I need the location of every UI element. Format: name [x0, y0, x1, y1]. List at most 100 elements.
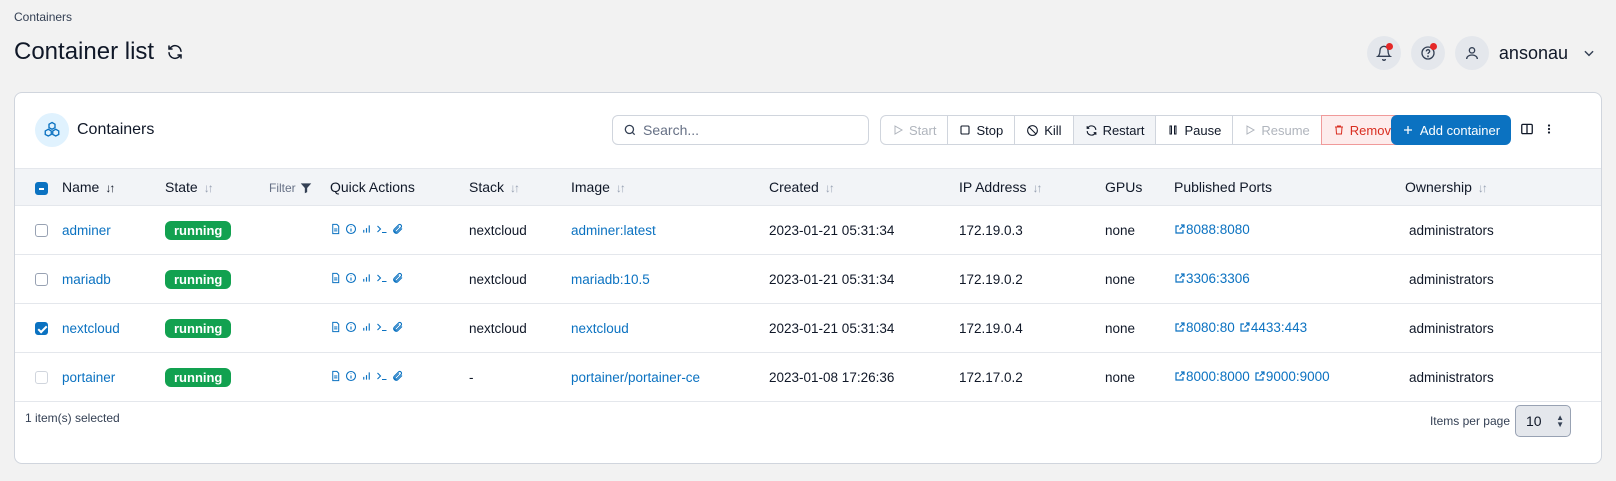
- logs-icon[interactable]: [330, 272, 341, 284]
- col-quick-actions: Quick Actions: [330, 169, 469, 206]
- attach-icon[interactable]: [392, 321, 404, 333]
- status-badge: running: [165, 220, 232, 240]
- logs-icon[interactable]: [330, 321, 341, 333]
- col-name[interactable]: Name ↓↑: [62, 169, 165, 206]
- sort-icon: ↓↑: [203, 181, 214, 195]
- user-avatar[interactable]: [1454, 36, 1489, 70]
- console-icon[interactable]: [376, 223, 388, 235]
- container-name-link[interactable]: portainer: [62, 370, 115, 385]
- col-ports-label: Published Ports: [1174, 179, 1273, 195]
- sort-icon: ↓↑: [1032, 181, 1042, 195]
- inspect-icon[interactable]: [345, 223, 357, 235]
- breadcrumb[interactable]: Containers: [14, 10, 72, 24]
- inspect-icon[interactable]: [345, 370, 357, 382]
- stats-icon[interactable]: [361, 272, 372, 284]
- restart-label: Restart: [1102, 122, 1145, 138]
- search-box[interactable]: [612, 115, 869, 145]
- username[interactable]: ansonau: [1499, 43, 1568, 64]
- col-gpus-label: GPUs: [1105, 179, 1143, 195]
- row-checkbox[interactable]: [35, 322, 48, 336]
- attach-icon[interactable]: [392, 272, 404, 284]
- published-port-link[interactable]: 8000:8000: [1174, 369, 1250, 384]
- console-icon[interactable]: [376, 321, 388, 333]
- image-link[interactable]: adminer:latest: [571, 223, 656, 238]
- attach-icon[interactable]: [392, 370, 404, 382]
- add-container-button[interactable]: Add container: [1391, 115, 1511, 145]
- col-stack[interactable]: Stack ↓↑: [469, 169, 571, 206]
- row-checkbox[interactable]: [35, 224, 48, 238]
- sort-icon: ↓↑: [1477, 181, 1488, 195]
- published-port-link[interactable]: 4433:443: [1239, 320, 1307, 335]
- pause-button[interactable]: Pause: [1155, 115, 1234, 145]
- resume-button[interactable]: Resume: [1232, 115, 1322, 145]
- col-created[interactable]: Created ↓↑: [769, 169, 959, 206]
- col-image[interactable]: Image ↓↑: [571, 169, 769, 206]
- refresh-icon[interactable]: [164, 41, 186, 63]
- console-icon[interactable]: [376, 370, 388, 382]
- stats-icon[interactable]: [361, 370, 372, 382]
- select-all-checkbox[interactable]: [35, 181, 48, 195]
- state-cell: running: [165, 206, 330, 255]
- col-ip[interactable]: IP Address ↓↑: [959, 169, 1105, 206]
- chevron-down-icon[interactable]: [1582, 46, 1596, 60]
- row-select-cell: [15, 206, 62, 255]
- ip-cell: 172.17.0.2: [959, 369, 1023, 385]
- created-cell: 2023-01-21 05:31:34: [769, 271, 895, 287]
- status-badge: running: [165, 318, 232, 338]
- row-checkbox[interactable]: [35, 371, 48, 385]
- row-checkbox[interactable]: [35, 273, 48, 287]
- kill-button[interactable]: Kill: [1014, 115, 1074, 145]
- logs-icon[interactable]: [330, 223, 341, 235]
- col-state[interactable]: State ↓↑: [165, 169, 269, 206]
- stack-cell: nextcloud: [469, 320, 527, 336]
- attach-icon[interactable]: [392, 223, 404, 235]
- console-icon[interactable]: [376, 272, 388, 284]
- quick-actions: [330, 223, 404, 235]
- stats-icon[interactable]: [361, 223, 372, 235]
- container-name-link[interactable]: adminer: [62, 223, 111, 238]
- image-link[interactable]: mariadb:10.5: [571, 272, 650, 287]
- table-row[interactable]: portainer running - portainer/portainer-…: [15, 353, 1601, 402]
- container-name-link[interactable]: nextcloud: [62, 321, 120, 336]
- columns-icon[interactable]: [1520, 122, 1534, 136]
- published-port-link[interactable]: 8088:8080: [1174, 222, 1250, 237]
- quick-actions: [330, 272, 404, 284]
- published-port-link[interactable]: 9000:9000: [1254, 369, 1330, 384]
- name-cell: adminer: [62, 206, 165, 255]
- table-row[interactable]: nextcloud running nextcloud nextcloud 20…: [15, 304, 1601, 353]
- container-name-link[interactable]: mariadb: [62, 272, 111, 287]
- notifications-button[interactable]: [1366, 36, 1401, 70]
- ownership-cell: administrators: [1409, 271, 1494, 287]
- play-icon: [1244, 124, 1256, 136]
- published-port-link[interactable]: 8080:80: [1174, 320, 1235, 335]
- image-link[interactable]: portainer/portainer-ce: [571, 370, 700, 385]
- col-ownership[interactable]: Ownership ↓↑: [1405, 169, 1601, 206]
- state-filter[interactable]: Filter: [269, 169, 330, 206]
- table-row[interactable]: adminer running nextcloud adminer:latest…: [15, 206, 1601, 255]
- col-gpus: GPUs: [1105, 169, 1174, 206]
- items-per-page-select[interactable]: 10 ▲ ▼: [1515, 405, 1571, 437]
- start-button[interactable]: Start: [880, 115, 949, 145]
- logs-icon[interactable]: [330, 370, 341, 382]
- search-icon: [623, 123, 637, 137]
- more-options-icon[interactable]: [1543, 122, 1555, 136]
- search-input[interactable]: [643, 122, 863, 138]
- trash-icon: [1333, 124, 1345, 136]
- published-port-link[interactable]: 3306:3306: [1174, 271, 1250, 286]
- stop-button[interactable]: Stop: [947, 115, 1016, 145]
- inspect-icon[interactable]: [345, 272, 357, 284]
- image-cell: adminer:latest: [571, 206, 769, 255]
- stats-icon[interactable]: [361, 321, 372, 333]
- restart-button[interactable]: Restart: [1072, 115, 1157, 145]
- ip-cell: 172.19.0.3: [959, 222, 1023, 238]
- row-select-cell: [15, 304, 62, 353]
- image-link[interactable]: nextcloud: [571, 321, 629, 336]
- inspect-icon[interactable]: [345, 321, 357, 333]
- gpus-cell: none: [1105, 369, 1136, 385]
- notification-dot: [1385, 43, 1393, 50]
- status-badge: running: [165, 269, 232, 289]
- ip-cell: 172.19.0.2: [959, 271, 1023, 287]
- table-row[interactable]: mariadb running nextcloud mariadb:10.5 2…: [15, 255, 1601, 304]
- quick-actions: [330, 321, 404, 333]
- help-button[interactable]: [1410, 36, 1445, 70]
